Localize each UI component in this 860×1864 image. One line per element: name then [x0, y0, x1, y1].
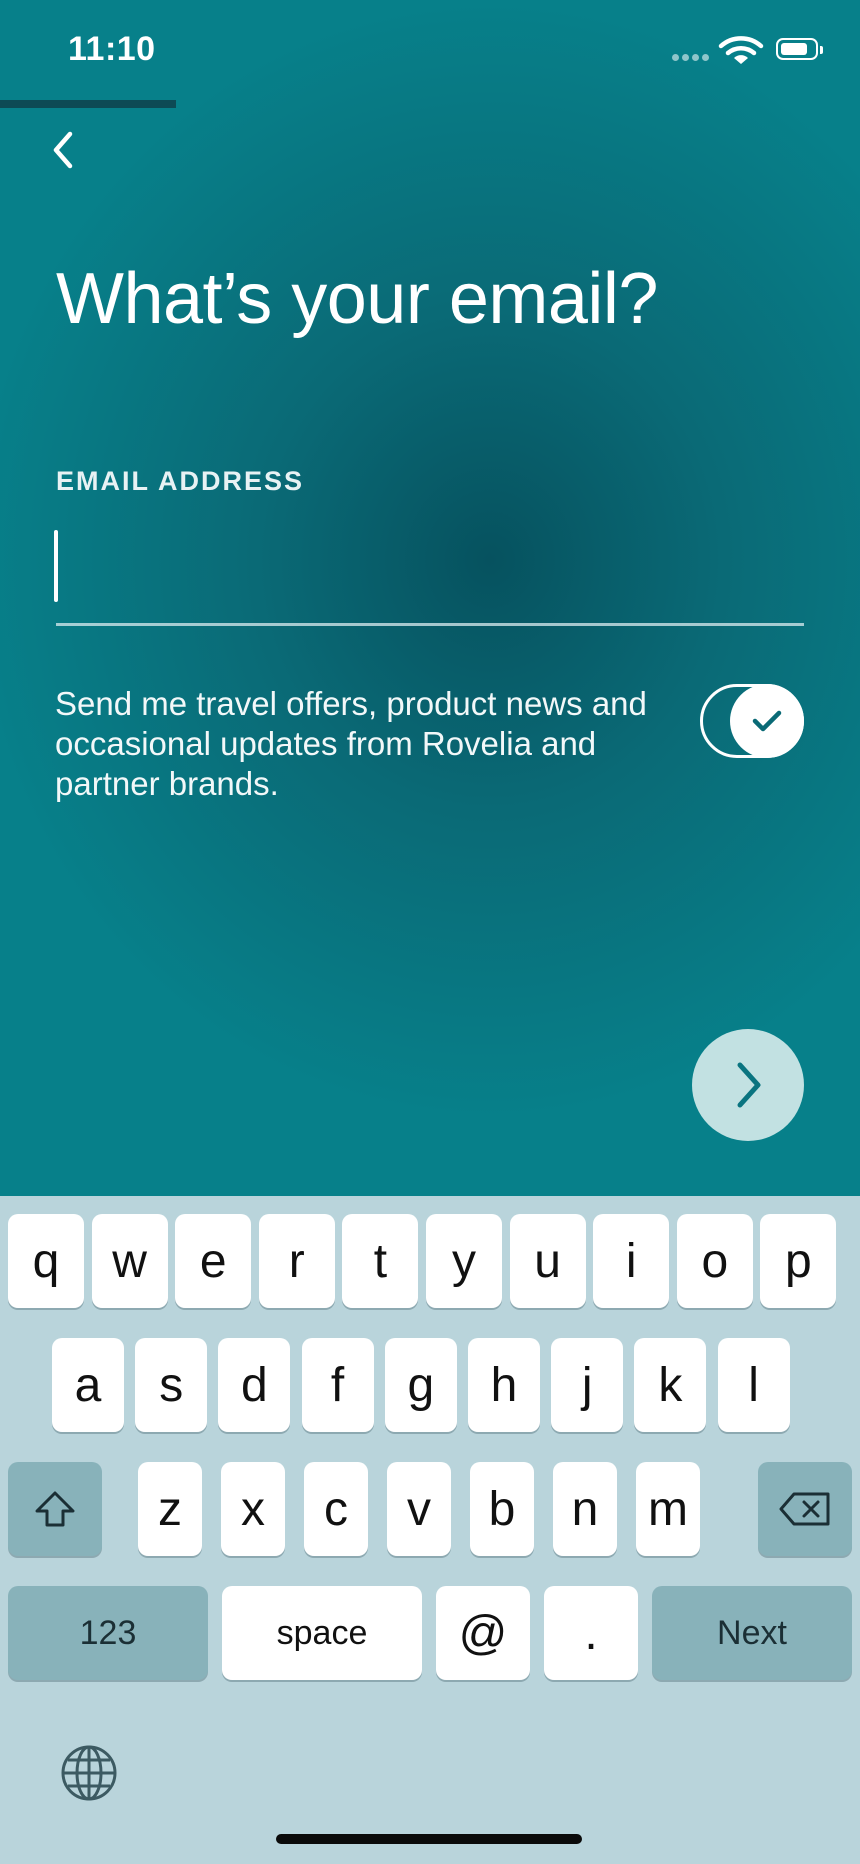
status-time: 11:10 [68, 30, 156, 68]
backspace-icon [779, 1492, 830, 1526]
onboarding-progress-fill [0, 100, 177, 108]
back-button[interactable] [46, 124, 92, 178]
key-y[interactable]: y [426, 1214, 502, 1308]
checkmark-icon [752, 710, 782, 732]
text-caret [54, 530, 58, 602]
key-d[interactable]: d [218, 1338, 291, 1432]
marketing-consent-toggle[interactable] [700, 684, 804, 758]
key-h[interactable]: h [468, 1338, 540, 1432]
battery-icon [776, 38, 823, 60]
key-j[interactable]: j [551, 1338, 624, 1432]
key-m[interactable]: m [636, 1462, 700, 1556]
key-g[interactable]: g [384, 1338, 457, 1432]
delete-key[interactable] [758, 1462, 852, 1556]
home-indicator [276, 1834, 582, 1844]
wifi-icon [718, 36, 764, 64]
key-x[interactable]: x [221, 1462, 285, 1556]
keyboard-row-4: 123 space @ . Next [0, 1586, 860, 1680]
key-w[interactable]: w [91, 1214, 168, 1308]
at-key[interactable]: @ [436, 1586, 530, 1680]
email-field[interactable] [56, 518, 804, 626]
key-e[interactable]: e [175, 1214, 252, 1308]
next-key[interactable]: Next [652, 1586, 852, 1680]
shift-key[interactable] [8, 1462, 102, 1556]
numbers-key[interactable]: 123 [8, 1586, 208, 1680]
cellular-signal-icon [672, 48, 712, 66]
shift-icon [35, 1491, 75, 1527]
space-key[interactable]: space [222, 1586, 422, 1680]
key-l[interactable]: l [717, 1338, 790, 1432]
key-v[interactable]: v [387, 1462, 451, 1556]
key-c[interactable]: c [304, 1462, 368, 1556]
globe-icon[interactable] [60, 1744, 118, 1802]
key-t[interactable]: t [342, 1214, 419, 1308]
marketing-consent-text: Send me travel offers, product news and … [55, 685, 647, 802]
next-step-button[interactable] [692, 1029, 804, 1141]
keyboard-row-3: zxcvbnm [0, 1462, 860, 1556]
toggle-knob [730, 684, 804, 758]
keyboard-row-2: asdfghjkl [0, 1338, 860, 1432]
key-f[interactable]: f [301, 1338, 374, 1432]
key-k[interactable]: k [634, 1338, 707, 1432]
on-screen-keyboard: qwertyuiop asdfghjkl zxcvbnm 123 space @… [0, 1196, 860, 1864]
key-o[interactable]: o [676, 1214, 753, 1308]
chevron-left-icon [53, 131, 73, 169]
keyboard-row-1: qwertyuiop [0, 1214, 860, 1308]
key-s[interactable]: s [135, 1338, 208, 1432]
page-title: What’s your email? [56, 259, 658, 339]
key-q[interactable]: q [8, 1214, 84, 1308]
chevron-right-icon [737, 1062, 761, 1108]
key-n[interactable]: n [553, 1462, 617, 1556]
key-b[interactable]: b [470, 1462, 534, 1556]
key-a[interactable]: a [52, 1338, 124, 1432]
key-r[interactable]: r [258, 1214, 335, 1308]
key-p[interactable]: p [760, 1214, 837, 1308]
key-i[interactable]: i [593, 1214, 670, 1308]
email-signup-screen: 11:10 What’s your email? EMAIL ADDRESS S… [0, 0, 860, 1196]
key-u[interactable]: u [509, 1214, 586, 1308]
onboarding-progress [0, 100, 860, 108]
key-z[interactable]: z [138, 1462, 202, 1556]
period-key[interactable]: . [544, 1586, 638, 1680]
email-field-label: EMAIL ADDRESS [56, 466, 305, 496]
